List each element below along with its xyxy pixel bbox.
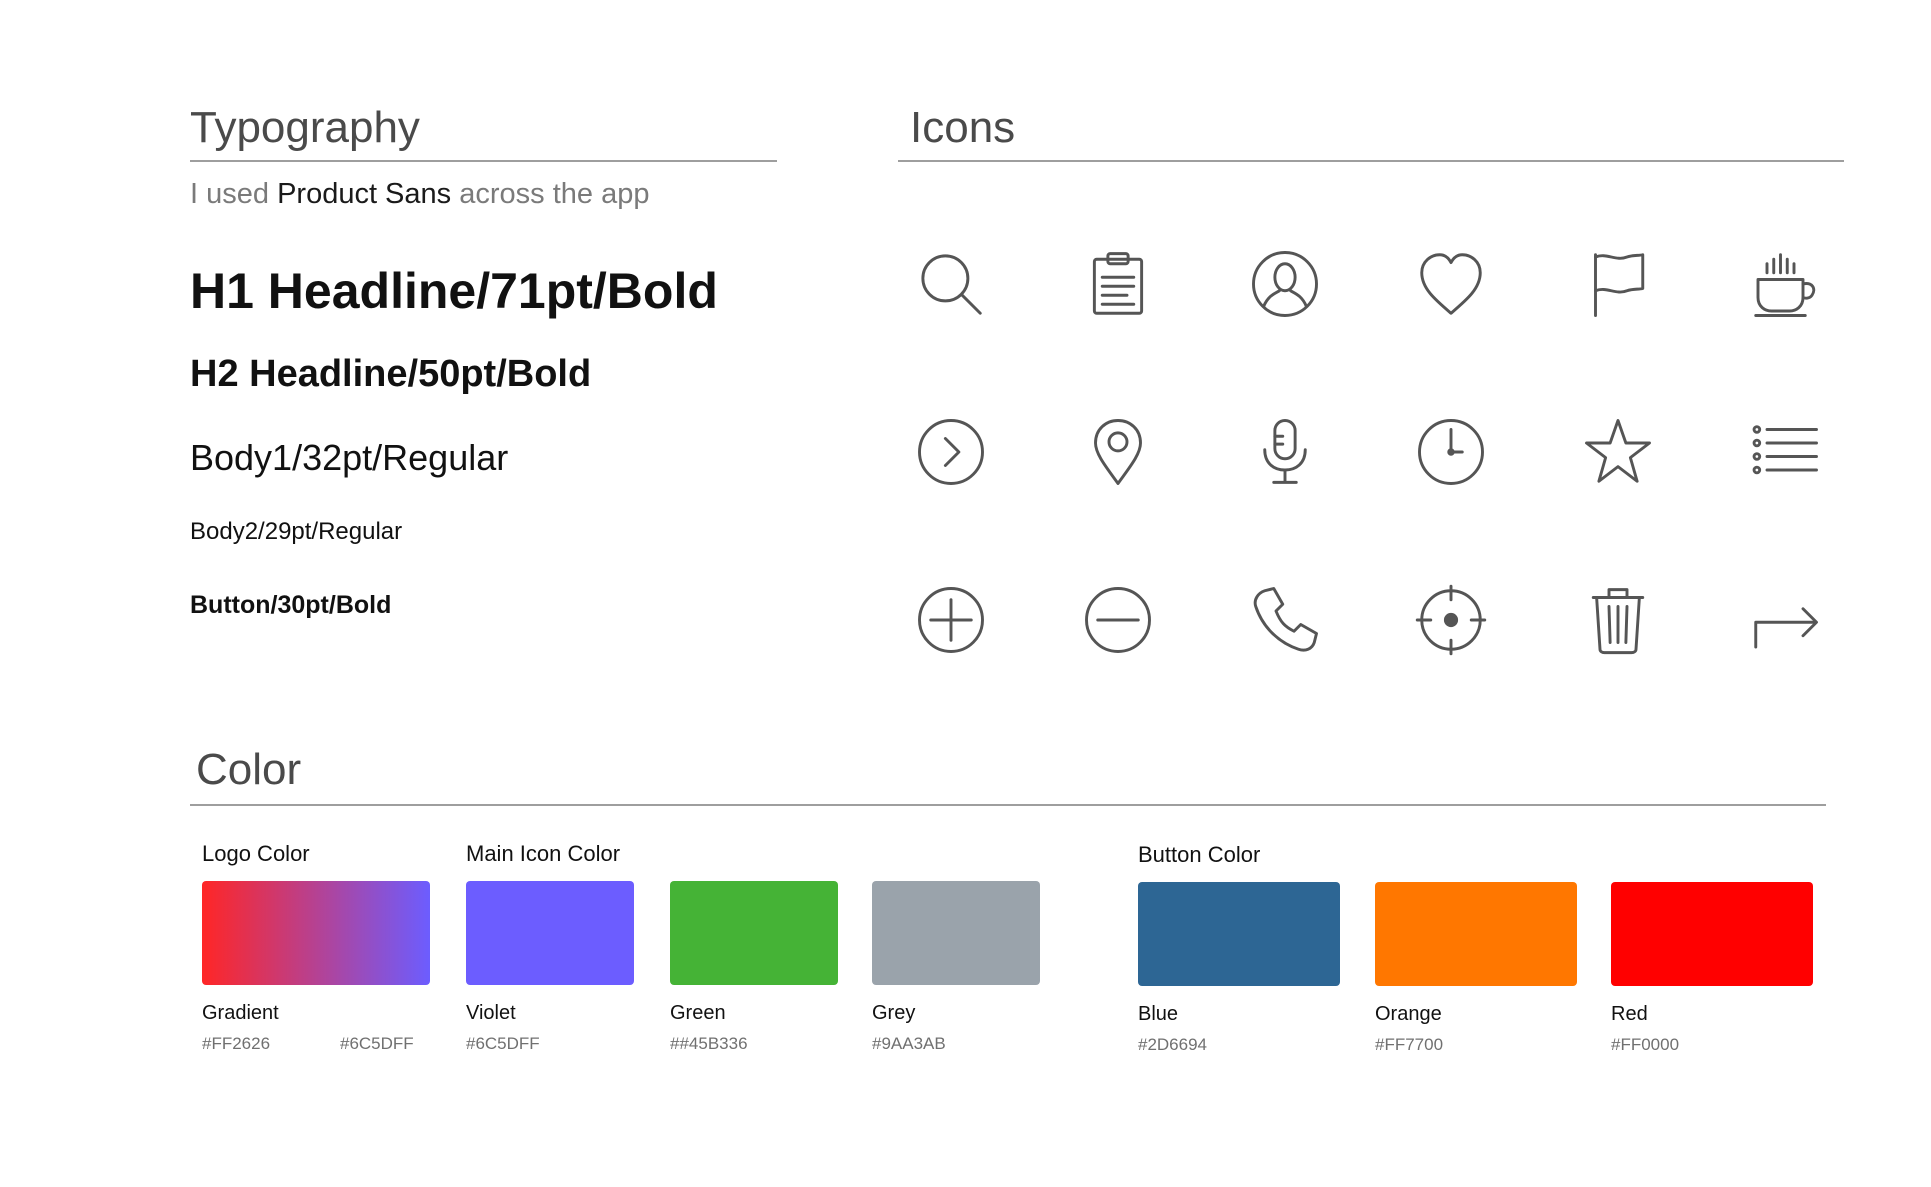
- chevron-right-circle-icon: [868, 368, 1035, 536]
- button-sample: Button/30pt/Bold: [190, 591, 392, 619]
- location-pin-icon: [1035, 368, 1202, 536]
- body1-sample: Body1/32pt/Regular: [190, 437, 509, 478]
- orange-swatch: [1375, 882, 1577, 986]
- star-icon: [1535, 368, 1702, 536]
- body2-sample: Body2/29pt/Regular: [190, 518, 403, 545]
- typography-divider: [190, 160, 777, 162]
- subtitle-suffix: across the app: [451, 178, 650, 210]
- subtitle-prefix: I used: [190, 178, 278, 210]
- blue-swatch: [1138, 882, 1340, 986]
- button-color-label: Button Color: [1138, 842, 1261, 867]
- grey-swatch: [872, 881, 1040, 985]
- heart-icon: [1368, 200, 1535, 368]
- main-icon-color-label: Main Icon Color: [466, 841, 621, 866]
- user-icon: [1201, 200, 1368, 368]
- font-name: Product Sans: [277, 178, 452, 210]
- list-icon: [1701, 368, 1868, 536]
- blue-swatch-name: Blue: [1138, 1003, 1179, 1025]
- clock-icon: [1368, 368, 1535, 536]
- grey-swatch-hex: #9AA3AB: [872, 1034, 946, 1053]
- logo-color-label: Logo Color: [202, 841, 310, 866]
- orange-swatch-hex: #FF7700: [1375, 1035, 1444, 1054]
- gradient-swatch: [202, 881, 430, 985]
- h1-sample: H1 Headline/71pt/Bold: [190, 263, 718, 319]
- violet-swatch-hex: #6C5DFF: [466, 1034, 540, 1053]
- gradient-end-hex: #6C5DFF: [340, 1034, 414, 1053]
- icons-section-title: Icons: [910, 103, 1016, 152]
- icons-divider: [898, 160, 1844, 162]
- orange-swatch-name: Orange: [1375, 1003, 1442, 1025]
- violet-swatch-name: Violet: [466, 1002, 516, 1024]
- target-icon: [1368, 536, 1535, 704]
- color-section-title: Color: [196, 745, 302, 794]
- phone-icon: [1201, 536, 1368, 704]
- icon-row: [868, 200, 1868, 368]
- grey-swatch-name: Grey: [872, 1002, 916, 1024]
- forward-arrow-icon: [1701, 536, 1868, 704]
- minus-circle-icon: [1035, 536, 1202, 704]
- blue-swatch-hex: #2D6694: [1138, 1035, 1208, 1054]
- red-swatch-hex: #FF0000: [1611, 1035, 1680, 1054]
- green-swatch: [670, 881, 838, 985]
- plus-circle-icon: [868, 536, 1035, 704]
- flag-icon: [1535, 200, 1702, 368]
- icon-row: [868, 368, 1868, 536]
- red-swatch: [1611, 882, 1813, 986]
- typography-subtitle: I used Product Sans across the app: [190, 178, 649, 211]
- color-divider: [190, 804, 1826, 806]
- trash-icon: [1535, 536, 1702, 704]
- icons-grid: [868, 200, 1868, 704]
- gradient-start-hex: #FF2626: [202, 1034, 271, 1053]
- gradient-swatch-name: Gradient: [202, 1002, 279, 1024]
- clipboard-icon: [1035, 200, 1202, 368]
- coffee-icon: [1701, 200, 1868, 368]
- typography-section-title: Typography: [190, 103, 420, 152]
- green-swatch-name: Green: [670, 1002, 726, 1024]
- green-swatch-hex: ##45B336: [670, 1034, 748, 1053]
- icon-row: [868, 536, 1868, 704]
- violet-swatch: [466, 881, 634, 985]
- microphone-icon: [1201, 368, 1368, 536]
- h2-sample: H2 Headline/50pt/Bold: [190, 353, 592, 395]
- search-icon: [868, 200, 1035, 368]
- red-swatch-name: Red: [1611, 1003, 1648, 1025]
